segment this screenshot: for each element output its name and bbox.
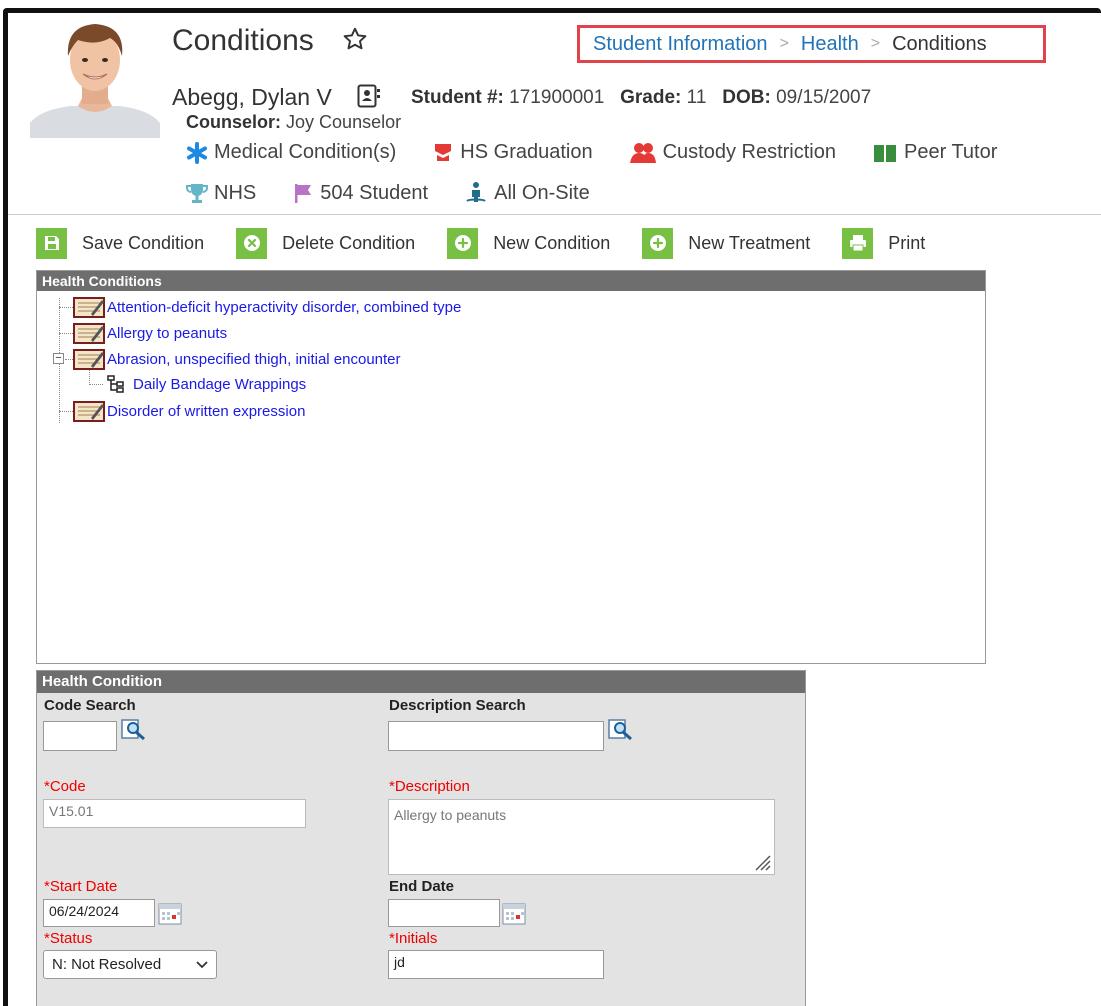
condition-chart-icon [73,401,105,422]
tree-condition-adhd[interactable]: Attention-deficit hyperactivity disorder… [73,296,461,318]
flag-peer-tutor[interactable]: Peer Tutor [872,141,997,164]
tree-condition-abrasion[interactable]: Abrasion, unspecified thigh, initial enc… [73,348,401,370]
condition-chart-icon [73,323,105,344]
counselor-label: Counselor: [186,112,282,132]
new-treatment-button[interactable]: New Treatment [642,224,810,262]
tree-line [89,369,90,385]
collapse-toggle-icon[interactable]: − [53,353,64,364]
status-label: *Status [44,930,93,947]
trophy-icon [186,182,208,204]
print-button[interactable]: Print [842,224,925,262]
health-condition-form: Health Condition Code Search Description… [36,670,806,1006]
person-onsite-icon [464,181,488,205]
flag-icon [292,182,314,204]
frame-border-top [3,8,1101,13]
dob-label: DOB: [722,87,771,108]
delete-condition-button[interactable]: Delete Condition [236,224,415,262]
resize-grip-icon[interactable] [753,853,771,871]
tree-treatment-bandage[interactable]: Daily Bandage Wrappings [107,373,306,395]
student-number: 171900001 [509,87,605,108]
initials-label: *Initials [389,930,438,947]
student-flags-row-2: NHS 504 Student All On-Site [186,181,626,205]
asterisk-icon [186,141,208,164]
counselor-name: Joy Counselor [286,112,402,132]
action-toolbar: Save Condition Delete Condition New Cond… [36,224,957,262]
end-date-input[interactable] [388,899,500,927]
tree-line [59,333,73,334]
graduation-cap-icon [432,142,454,164]
page-title: Conditions [172,24,314,57]
breadcrumb-conditions: Conditions [892,32,987,55]
code-field: V15.01 [43,799,306,828]
breadcrumb: Student Information > Health > Condition… [577,25,1046,63]
flag-all-on-site[interactable]: All On-Site [464,181,590,205]
flag-504-student[interactable]: 504 Student [292,182,428,205]
breadcrumb-student-information[interactable]: Student Information [593,33,768,56]
add-icon [642,227,674,259]
tree-condition-written-expression[interactable]: Disorder of written expression [73,400,305,422]
student-photo [30,18,160,138]
counselor-info: Counselor: Joy Counselor [186,112,401,133]
description-search-label: Description Search [389,697,526,714]
treatment-hierarchy-icon [107,375,124,393]
tree-line [59,307,73,308]
start-date-calendar-icon[interactable] [158,903,182,925]
description-text: Allergy to peanuts [394,807,507,823]
breadcrumb-separator-icon: > [870,35,881,52]
book-icon [872,142,898,164]
breadcrumb-separator-icon: > [779,35,789,52]
tree-line [65,359,73,360]
condition-chart-icon [73,297,105,318]
new-condition-button[interactable]: New Condition [447,224,610,262]
breadcrumb-health[interactable]: Health [801,33,859,56]
status-select[interactable]: N: Not Resolved [43,950,217,979]
flag-hs-graduation[interactable]: HS Graduation [432,141,593,164]
tree-line [89,384,103,385]
users-icon [629,142,657,164]
description-search-icon[interactable] [608,719,634,741]
status-selected-value: N: Not Resolved [52,956,162,973]
save-icon [36,227,67,259]
grade-value: 11 [686,87,707,108]
student-details: Student #: 171900001 Grade: 11 DOB: 09/1… [411,87,871,109]
flag-custody-restriction[interactable]: Custody Restriction [629,141,836,164]
description-label: *Description [389,778,470,795]
initials-input[interactable]: jd [388,950,604,979]
tree-line [59,411,73,412]
student-flags-row-1: Medical Condition(s) HS Graduation Custo… [186,141,1033,164]
chevron-down-icon [196,960,208,968]
dob-value: 09/15/2007 [776,87,872,108]
code-search-input[interactable] [43,721,117,751]
health-condition-header: Health Condition [37,671,805,693]
health-conditions-header: Health Conditions [37,271,985,291]
favorite-star-icon[interactable] [342,26,368,59]
delete-icon [236,227,268,259]
health-conditions-panel: Health Conditions − Attention-deficit hy… [36,270,986,664]
code-search-label: Code Search [44,697,136,714]
code-label: *Code [44,778,86,795]
flag-medical-conditions[interactable]: Medical Condition(s) [186,141,396,164]
save-condition-button[interactable]: Save Condition [36,224,204,262]
start-date-label: *Start Date [44,878,118,895]
header-divider [8,214,1101,215]
start-date-input[interactable]: 06/24/2024 [43,899,155,927]
end-date-calendar-icon[interactable] [502,903,526,925]
description-search-input[interactable] [388,721,604,751]
tree-condition-peanut-allergy[interactable]: Allergy to peanuts [73,322,227,344]
flag-nhs[interactable]: NHS [186,182,256,205]
add-icon [447,227,479,259]
printer-icon [842,227,874,259]
student-number-label: Student #: [411,87,504,108]
end-date-label: End Date [389,878,455,895]
contact-card-icon[interactable] [357,84,381,108]
student-name: Abegg, Dylan V [172,84,332,110]
frame-border-left [3,8,8,1006]
grade-label: Grade: [620,87,682,108]
description-textarea[interactable]: Allergy to peanuts [388,799,775,875]
code-search-icon[interactable] [121,719,147,741]
condition-chart-icon [73,349,105,370]
